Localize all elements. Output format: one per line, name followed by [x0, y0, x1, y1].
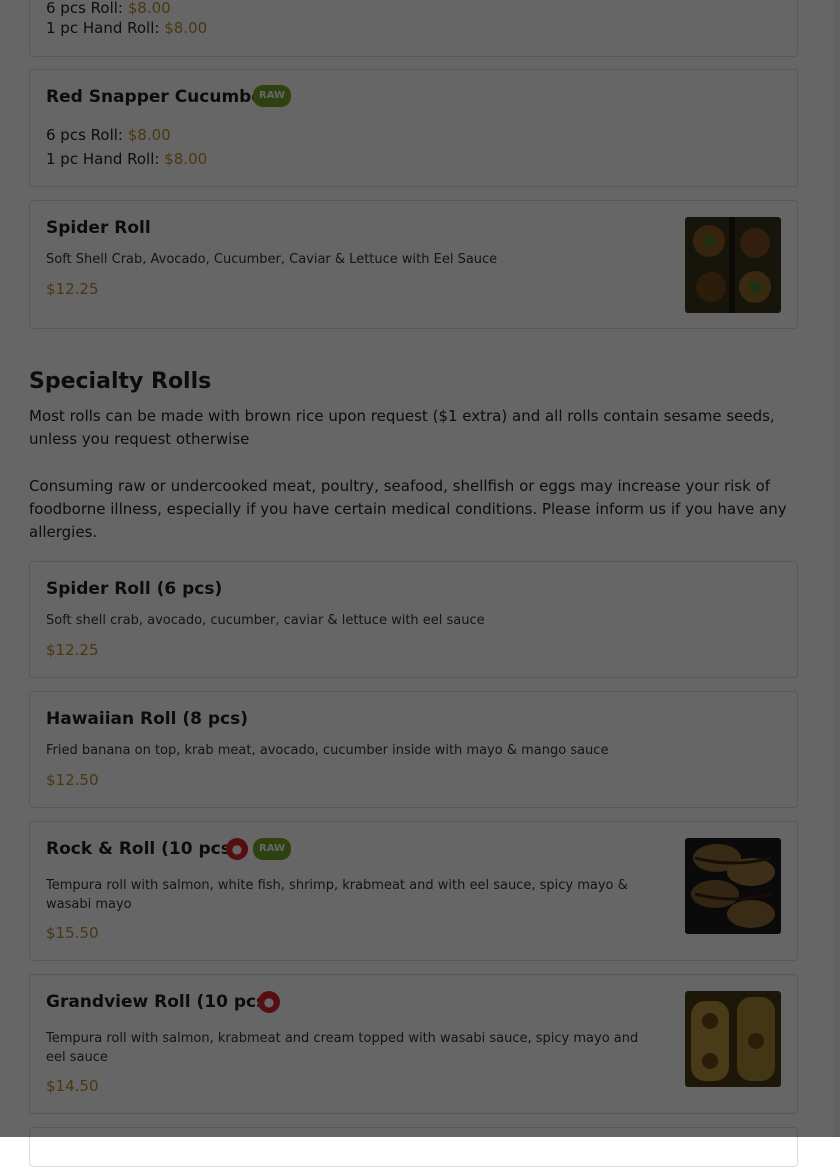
price-line: 1 pc Hand Roll: $8.00 [46, 150, 207, 168]
price-amount: $8.00 [127, 126, 171, 144]
item-description: Fried banana on top, krab meat, avocado,… [46, 743, 609, 758]
menu-page: 6 pcs Roll: $8.00 1 pc Hand Roll: $8.00 … [0, 0, 840, 1167]
item-price: $12.50 [46, 771, 99, 789]
item-name: Hawaiian Roll (8 pcs) [46, 709, 249, 729]
menu-item-card[interactable]: Spider Roll Soft Shell Crab, Avocado, Cu… [29, 200, 798, 329]
item-price: $12.25 [46, 280, 99, 298]
item-price: $14.50 [46, 1077, 99, 1095]
spicy-icon: ● [226, 838, 248, 860]
sushi-image [685, 217, 781, 313]
item-name: Grandview Roll (10 pcs) [46, 992, 274, 1012]
menu-item-card[interactable]: Red Snapper Cucumber RAW 6 pcs Roll: $8.… [29, 69, 798, 187]
raw-badge: RAW [253, 838, 292, 860]
item-name: Red Snapper Cucumber [46, 87, 272, 107]
section-note-brown-rice: Most rolls can be made with brown rice u… [29, 407, 775, 448]
item-name: Rock & Roll (10 pcs) [46, 839, 239, 859]
price-label: 1 pc Hand Roll: [46, 150, 160, 168]
item-description: Tempura roll with salmon, krabmeat and c… [46, 1031, 639, 1065]
scrollbar[interactable] [834, 0, 840, 1137]
sushi-image [685, 991, 781, 1087]
item-photo[interactable] [685, 991, 781, 1087]
item-description: Tempura roll with salmon, white fish, sh… [46, 878, 628, 912]
section-note-raw-warning: Consuming raw or undercooked meat, poult… [29, 477, 787, 541]
item-name: Spider Roll (6 pcs) [46, 579, 223, 599]
section-title: Specialty Rolls [29, 369, 212, 394]
price-line: 6 pcs Roll: $8.00 [46, 0, 171, 17]
item-price: $12.25 [46, 641, 99, 659]
price-line: 1 pc Hand Roll: $8.00 [46, 19, 207, 37]
menu-item-card[interactable]: Rock & Roll (10 pcs) ● RAW Tempura roll … [29, 821, 798, 961]
price-amount: $8.00 [164, 19, 208, 37]
item-description: Soft Shell Crab, Avocado, Cucumber, Cavi… [46, 252, 498, 267]
price-amount: $8.00 [164, 150, 208, 168]
price-label: 6 pcs Roll: [46, 126, 123, 144]
item-photo[interactable] [685, 838, 781, 934]
price-amount: $8.00 [127, 0, 171, 17]
sushi-image [685, 838, 781, 934]
price-label: 6 pcs Roll: [46, 0, 123, 17]
menu-item-card[interactable]: 6 pcs Roll: $8.00 1 pc Hand Roll: $8.00 [29, 0, 798, 57]
menu-item-card[interactable]: Spider Roll (6 pcs) Soft shell crab, avo… [29, 561, 798, 678]
spicy-icon: ● [258, 991, 280, 1013]
item-name: Spider Roll [46, 218, 151, 238]
menu-item-card[interactable]: Hawaiian Roll (8 pcs) Fried banana on to… [29, 691, 798, 808]
raw-badge: RAW [253, 85, 292, 107]
menu-item-card[interactable]: Grandview Roll (10 pcs) ● Tempura roll w… [29, 974, 798, 1114]
price-label: 1 pc Hand Roll: [46, 19, 160, 37]
menu-item-card[interactable] [29, 1127, 798, 1167]
price-line: 6 pcs Roll: $8.00 [46, 126, 171, 144]
item-photo[interactable] [685, 217, 781, 313]
item-description: Soft shell crab, avocado, cucumber, cavi… [46, 613, 485, 628]
item-price: $15.50 [46, 924, 99, 942]
